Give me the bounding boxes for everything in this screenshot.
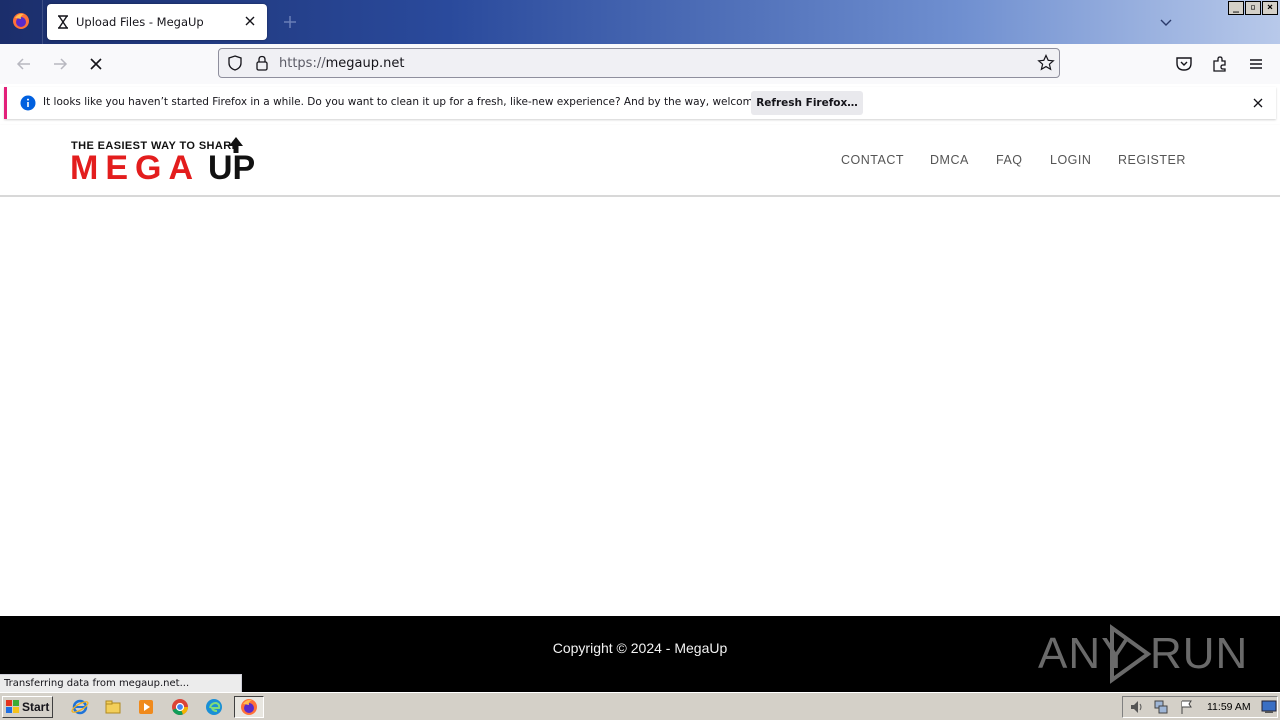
explorer-icon[interactable] xyxy=(104,698,122,716)
clock: 11:59 AM xyxy=(1207,701,1251,713)
forward-arrow-icon[interactable] xyxy=(50,54,70,74)
list-all-tabs-icon[interactable] xyxy=(1158,14,1174,30)
start-button[interactable]: Start xyxy=(2,696,53,718)
pocket-icon[interactable] xyxy=(1174,54,1194,74)
watermark-right-text: RUN xyxy=(1150,629,1249,678)
play-triangle-icon xyxy=(1110,624,1152,684)
restore-window-button[interactable]: ▫ xyxy=(1245,1,1261,15)
url-text: https://megaup.net xyxy=(279,56,404,71)
tab-close-icon[interactable] xyxy=(242,13,258,29)
nav-faq[interactable]: FAQ xyxy=(996,153,1023,167)
ie-icon[interactable] xyxy=(71,698,89,716)
firefox-icon xyxy=(241,699,257,715)
lock-icon[interactable] xyxy=(254,54,270,72)
navigation-toolbar: https://megaup.net xyxy=(0,44,1280,84)
address-bar[interactable]: https://megaup.net xyxy=(218,48,1060,78)
firefox-icon xyxy=(13,13,29,29)
site-nav: CONTACT DMCA FAQ LOGIN REGISTER xyxy=(0,125,1280,195)
system-tray: 11:59 AM xyxy=(1122,696,1278,718)
firefox-menu-button[interactable] xyxy=(0,0,43,44)
taskbar-firefox-button[interactable] xyxy=(234,696,264,718)
extensions-puzzle-icon[interactable] xyxy=(1210,54,1230,74)
stop-loading-icon[interactable] xyxy=(86,54,106,74)
nav-dmca[interactable]: DMCA xyxy=(930,153,969,167)
tab-upload-files[interactable]: Upload Files - MegaUp xyxy=(47,4,267,40)
new-tab-icon[interactable] xyxy=(281,13,299,31)
minimize-window-button[interactable]: _ xyxy=(1228,1,1244,15)
tab-strip: Upload Files - MegaUp _ ▫ × xyxy=(0,0,1280,44)
notification-message: It looks like you haven’t started Firefo… xyxy=(43,96,792,108)
nav-register[interactable]: REGISTER xyxy=(1118,153,1186,167)
loading-hourglass-icon xyxy=(58,15,68,29)
action-center-flag-icon[interactable] xyxy=(1179,699,1195,715)
status-panel: Transferring data from megaup.net... xyxy=(0,674,242,692)
nav-login[interactable]: LOGIN xyxy=(1050,153,1091,167)
close-notification-icon[interactable] xyxy=(1251,96,1265,110)
windows-taskbar: Start 11:59 AM xyxy=(0,692,1280,720)
media-player-icon[interactable] xyxy=(137,698,155,716)
show-desktop-icon[interactable] xyxy=(1261,700,1277,714)
edge-icon[interactable] xyxy=(205,698,223,716)
refresh-firefox-button[interactable]: Refresh Firefox… xyxy=(751,91,863,115)
anyrun-watermark: ANY RUN xyxy=(1038,616,1247,692)
page-content xyxy=(0,197,1280,616)
nav-contact[interactable]: CONTACT xyxy=(841,153,904,167)
windows-logo-icon xyxy=(6,700,19,713)
chrome-icon[interactable] xyxy=(171,698,189,716)
tracking-protection-shield-icon[interactable] xyxy=(226,54,244,72)
url-host: megaup.net xyxy=(325,56,405,71)
url-scheme: https:// xyxy=(279,56,326,71)
info-icon xyxy=(20,95,36,111)
start-label: Start xyxy=(22,700,50,714)
bookmark-star-icon[interactable] xyxy=(1037,54,1055,72)
tab-title: Upload Files - MegaUp xyxy=(76,15,204,29)
refresh-firefox-notification: It looks like you haven’t started Firefo… xyxy=(4,87,1276,119)
back-arrow-icon[interactable] xyxy=(14,54,34,74)
hamburger-menu-icon[interactable] xyxy=(1246,54,1266,74)
volume-icon[interactable] xyxy=(1129,699,1145,715)
close-window-button[interactable]: × xyxy=(1262,1,1278,15)
site-header: THE EASIEST WAY TO SHARE MEGA UP CONTACT… xyxy=(0,125,1280,197)
network-icon[interactable] xyxy=(1153,699,1169,715)
